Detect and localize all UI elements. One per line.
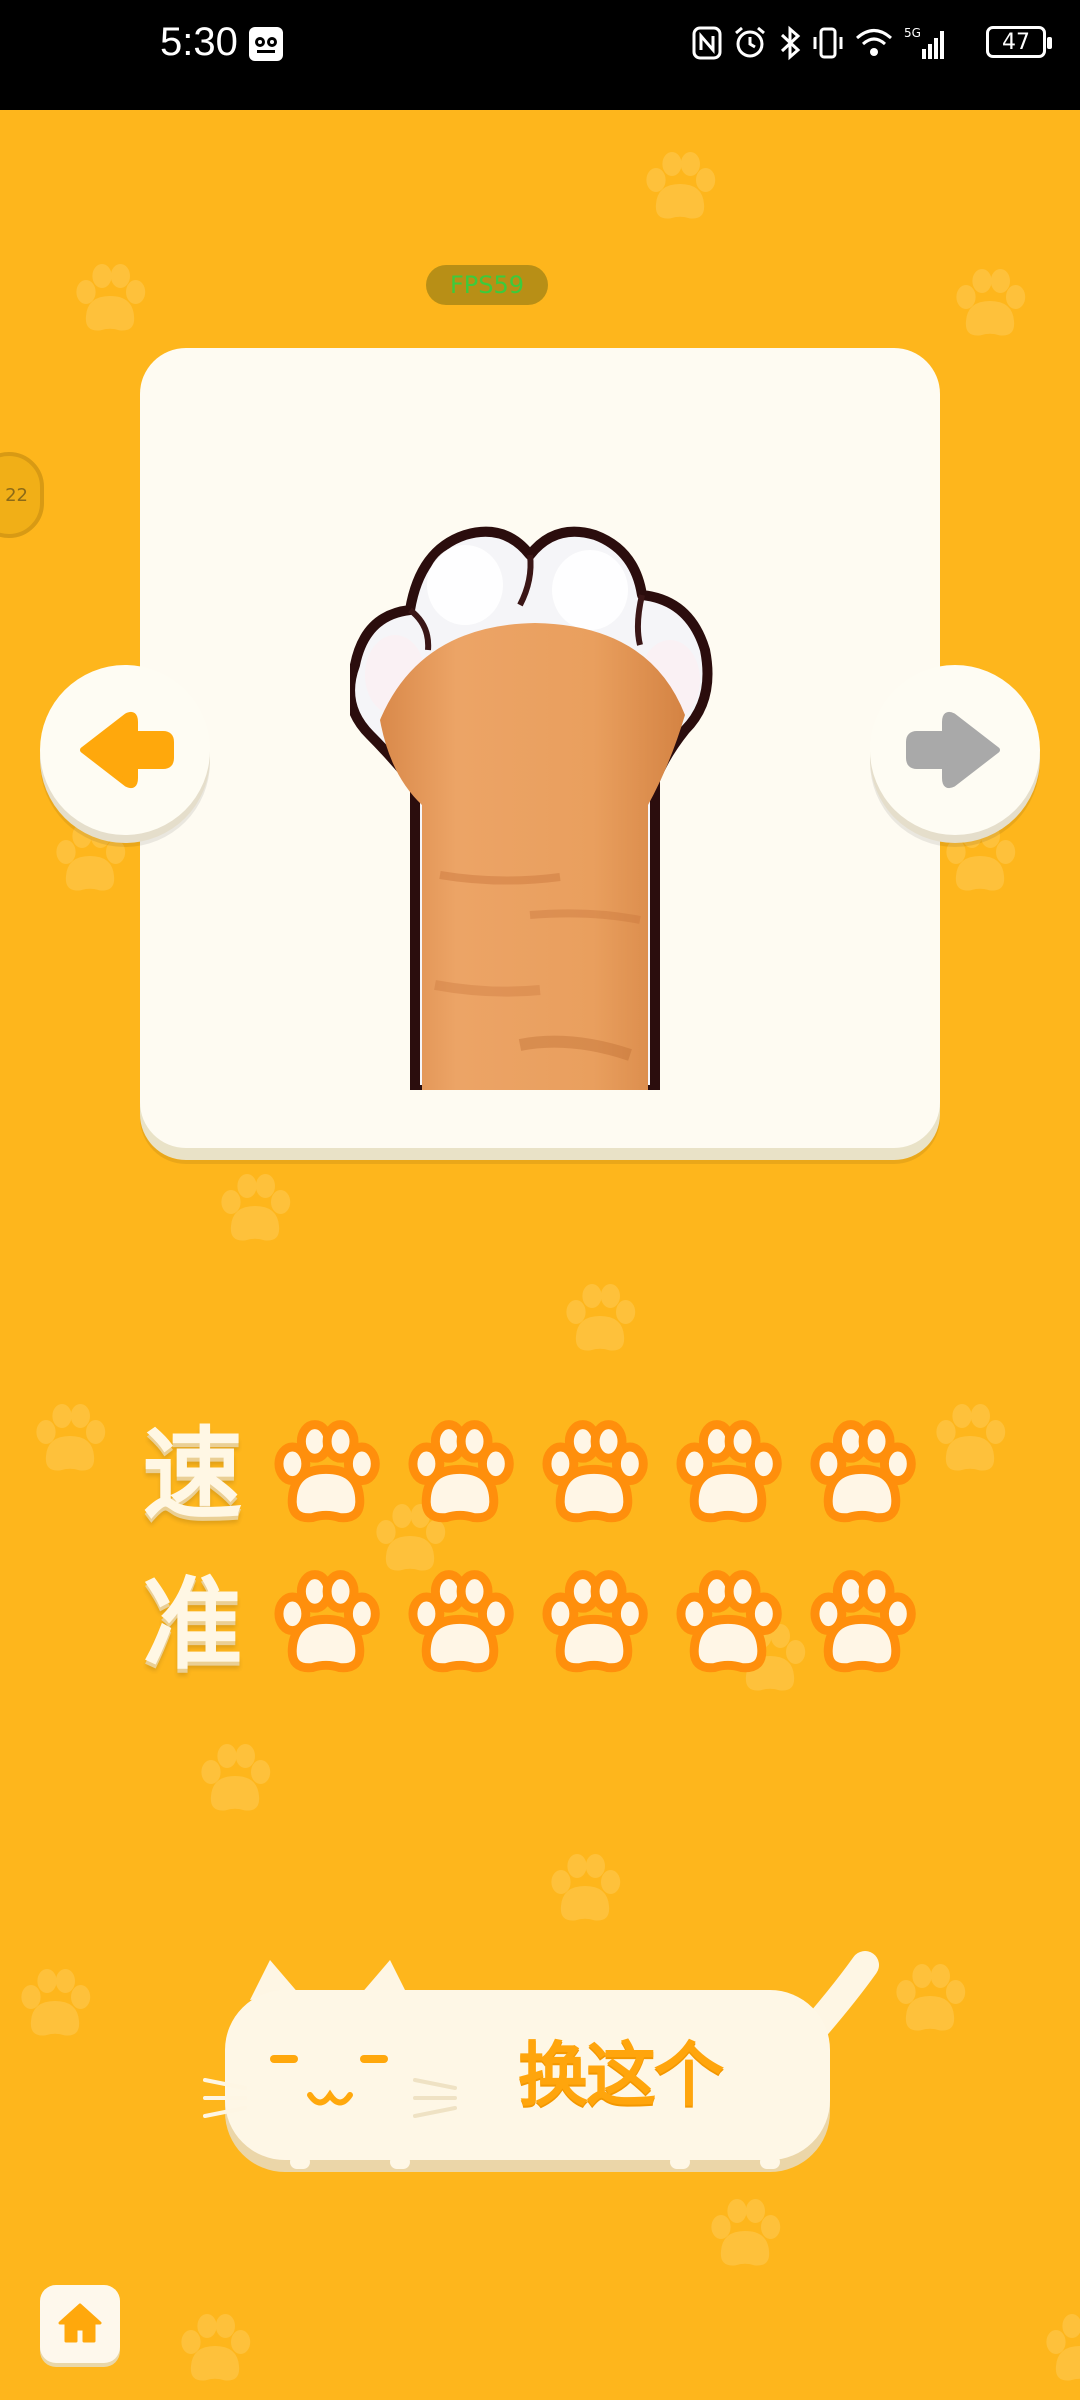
paw-icon	[270, 1419, 382, 1531]
paw-icon	[672, 1569, 784, 1681]
background-paw-icon	[930, 1400, 1010, 1484]
rating-row-speed: 速	[130, 1410, 940, 1540]
vibrate-icon	[813, 27, 843, 59]
nfc-icon	[692, 26, 722, 60]
arrow-right-icon	[906, 711, 1000, 789]
background-paw-icon	[560, 1280, 640, 1364]
network-type: 5G	[904, 26, 921, 40]
wifi-icon	[856, 29, 892, 56]
rating-label-accuracy: 准	[142, 1566, 243, 1683]
side-handle-text: 22	[5, 484, 28, 506]
bluetooth-icon	[780, 25, 801, 61]
paw-icon	[404, 1419, 516, 1531]
next-button[interactable]	[870, 665, 1040, 835]
background-paw-icon	[640, 148, 720, 232]
rating-paws-speed	[270, 1419, 940, 1531]
rating-label-speed: 速	[142, 1416, 243, 1533]
background-paw-icon	[70, 260, 150, 344]
rating-row-accuracy: 准	[130, 1560, 940, 1690]
background-paw-icon	[1040, 2310, 1080, 2394]
select-paw-label: 换这个	[518, 2034, 724, 2116]
paw-icon	[404, 1569, 516, 1681]
status-bar: 5:30 5G 47	[0, 0, 1080, 110]
signal-icon: 5G	[904, 26, 944, 59]
arrow-left-icon	[80, 711, 174, 789]
background-paw-icon	[950, 265, 1030, 349]
paw-icon	[806, 1419, 918, 1531]
background-paw-icon	[215, 1170, 295, 1254]
background-paw-icon	[175, 2310, 255, 2394]
paw-icon	[672, 1419, 784, 1531]
fps-counter: FPS59	[426, 265, 548, 305]
background-paw-icon	[15, 1965, 95, 2049]
app-notification-icon	[249, 27, 283, 61]
paw-icon	[270, 1569, 382, 1681]
rating-paws-accuracy	[270, 1569, 940, 1681]
previous-button[interactable]	[40, 665, 210, 835]
background-paw-icon	[30, 1400, 110, 1484]
home-icon	[58, 2303, 102, 2343]
background-paw-icon	[705, 2195, 785, 2279]
paw-icon	[538, 1419, 650, 1531]
status-time: 5:30	[160, 20, 238, 64]
battery-indicator: 47	[986, 26, 1052, 58]
home-button[interactable]	[40, 2285, 120, 2363]
background-paw-icon	[890, 1960, 970, 2044]
floating-side-handle[interactable]: 22	[0, 452, 44, 538]
battery-level: 47	[1002, 29, 1030, 55]
paw-icon	[538, 1569, 650, 1681]
paw-icon	[806, 1569, 918, 1681]
alarm-icon	[735, 26, 765, 58]
cat-paw-image	[350, 526, 713, 1090]
background-paw-icon	[195, 1740, 275, 1824]
